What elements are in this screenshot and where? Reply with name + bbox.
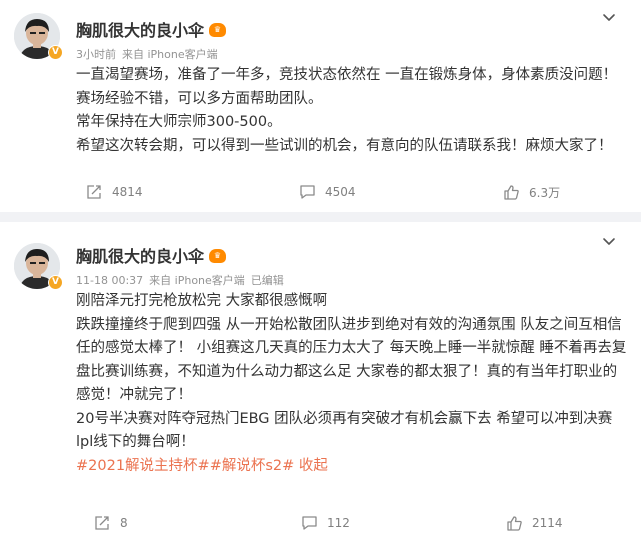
post-source: 来自 iPhone客户端 bbox=[122, 48, 218, 61]
level-badge-icon: ♛ bbox=[209, 23, 227, 37]
username-text[interactable]: 胸肌很大的良小伞 bbox=[76, 247, 204, 266]
comment-button[interactable]: 112 bbox=[301, 511, 350, 535]
post-paragraph: 常年保持在大师宗师300-500。 bbox=[76, 114, 282, 130]
more-chevron-icon[interactable] bbox=[599, 10, 619, 24]
like-icon bbox=[504, 184, 519, 200]
username-text[interactable]: 胸肌很大的良小伞 bbox=[76, 21, 204, 40]
post-paragraph: 赛场经验不错，可以多方面帮助团队。 bbox=[76, 90, 323, 107]
weibo-post-1: V 胸肌很大的良小伞 ♛ 3小时前 来自 iPhone客户端 一直渴望赛场，准备了一… bbox=[0, 0, 641, 212]
post-author[interactable]: 胸肌很大的良小伞 ♛ bbox=[76, 17, 227, 41]
weibo-post-2: V 胸肌很大的良小伞 ♛ 11-18 00:37 来自 iPhone客户端 已编辑 刚… bbox=[0, 222, 641, 538]
post-time[interactable]: 11-18 00:37 bbox=[76, 274, 143, 287]
post-actions: 8 112 2114 bbox=[0, 511, 641, 535]
level-badge-icon: ♛ bbox=[209, 249, 227, 263]
repost-count: 8 bbox=[120, 516, 128, 530]
post-paragraph: 20号半决赛对阵夺冠热门EBG 团队必须再有突破才有机会赢下去 希望可以冲到决赛… bbox=[76, 410, 613, 451]
comment-icon bbox=[300, 185, 315, 199]
post-edited: 已编辑 bbox=[250, 274, 284, 287]
like-button[interactable]: 6.3万 bbox=[503, 180, 560, 204]
more-chevron-icon[interactable] bbox=[599, 234, 619, 248]
verified-icon: V bbox=[48, 45, 63, 60]
post-paragraph: 希望这次转会期，可以得到一些试训的机会，有意向的队伍请联系我！麻烦大家了！ bbox=[76, 137, 613, 154]
repost-button[interactable]: 8 bbox=[94, 511, 128, 535]
post-meta: 3小时前 来自 iPhone客户端 bbox=[76, 46, 218, 62]
like-count: 2114 bbox=[532, 516, 563, 530]
comment-count: 4504 bbox=[325, 185, 356, 199]
collapse-link[interactable]: 收起 bbox=[299, 458, 328, 474]
repost-button[interactable]: 4814 bbox=[86, 180, 143, 204]
post-content: 一直渴望赛场，准备了一年多，竞技状态依然在 一直在锻炼身体，身体素质没问题！ 赛… bbox=[76, 64, 629, 158]
post-meta: 11-18 00:37 来自 iPhone客户端 已编辑 bbox=[76, 272, 284, 288]
post-actions: 4814 4504 6.3万 bbox=[0, 180, 641, 204]
comment-count: 112 bbox=[327, 516, 350, 530]
post-paragraph: 刚陪泽元打完枪放松完 大家都很感慨啊 bbox=[76, 293, 328, 309]
like-button[interactable]: 2114 bbox=[506, 511, 563, 535]
post-time[interactable]: 3小时前 bbox=[76, 48, 116, 61]
repost-count: 4814 bbox=[112, 185, 143, 199]
repost-icon bbox=[95, 516, 109, 530]
verified-icon: V bbox=[48, 275, 63, 290]
repost-icon bbox=[87, 185, 101, 199]
post-separator bbox=[0, 212, 641, 222]
hashtag-link[interactable]: #2021解说主持杯##解说杯s2# bbox=[76, 458, 294, 474]
like-icon bbox=[507, 515, 522, 531]
post-source: 来自 iPhone客户端 bbox=[149, 274, 245, 287]
like-count: 6.3万 bbox=[529, 185, 561, 200]
post-tags: #2021解说主持杯##解说杯s2# 收起 bbox=[76, 455, 629, 479]
comment-button[interactable]: 4504 bbox=[299, 180, 356, 204]
post-content: 刚陪泽元打完枪放松完 大家都很感慨啊 跌跌撞撞终于爬到四强 从一开始松散团队进步… bbox=[76, 290, 629, 478]
post-author[interactable]: 胸肌很大的良小伞 ♛ bbox=[76, 243, 227, 267]
comment-icon bbox=[302, 516, 317, 530]
post-paragraph: 跌跌撞撞终于爬到四强 从一开始松散团队进步到绝对有效的沟通氛围 队友之间互相信任… bbox=[76, 316, 627, 404]
post-paragraph: 一直渴望赛场，准备了一年多，竞技状态依然在 一直在锻炼身体，身体素质没问题！ bbox=[76, 67, 618, 83]
